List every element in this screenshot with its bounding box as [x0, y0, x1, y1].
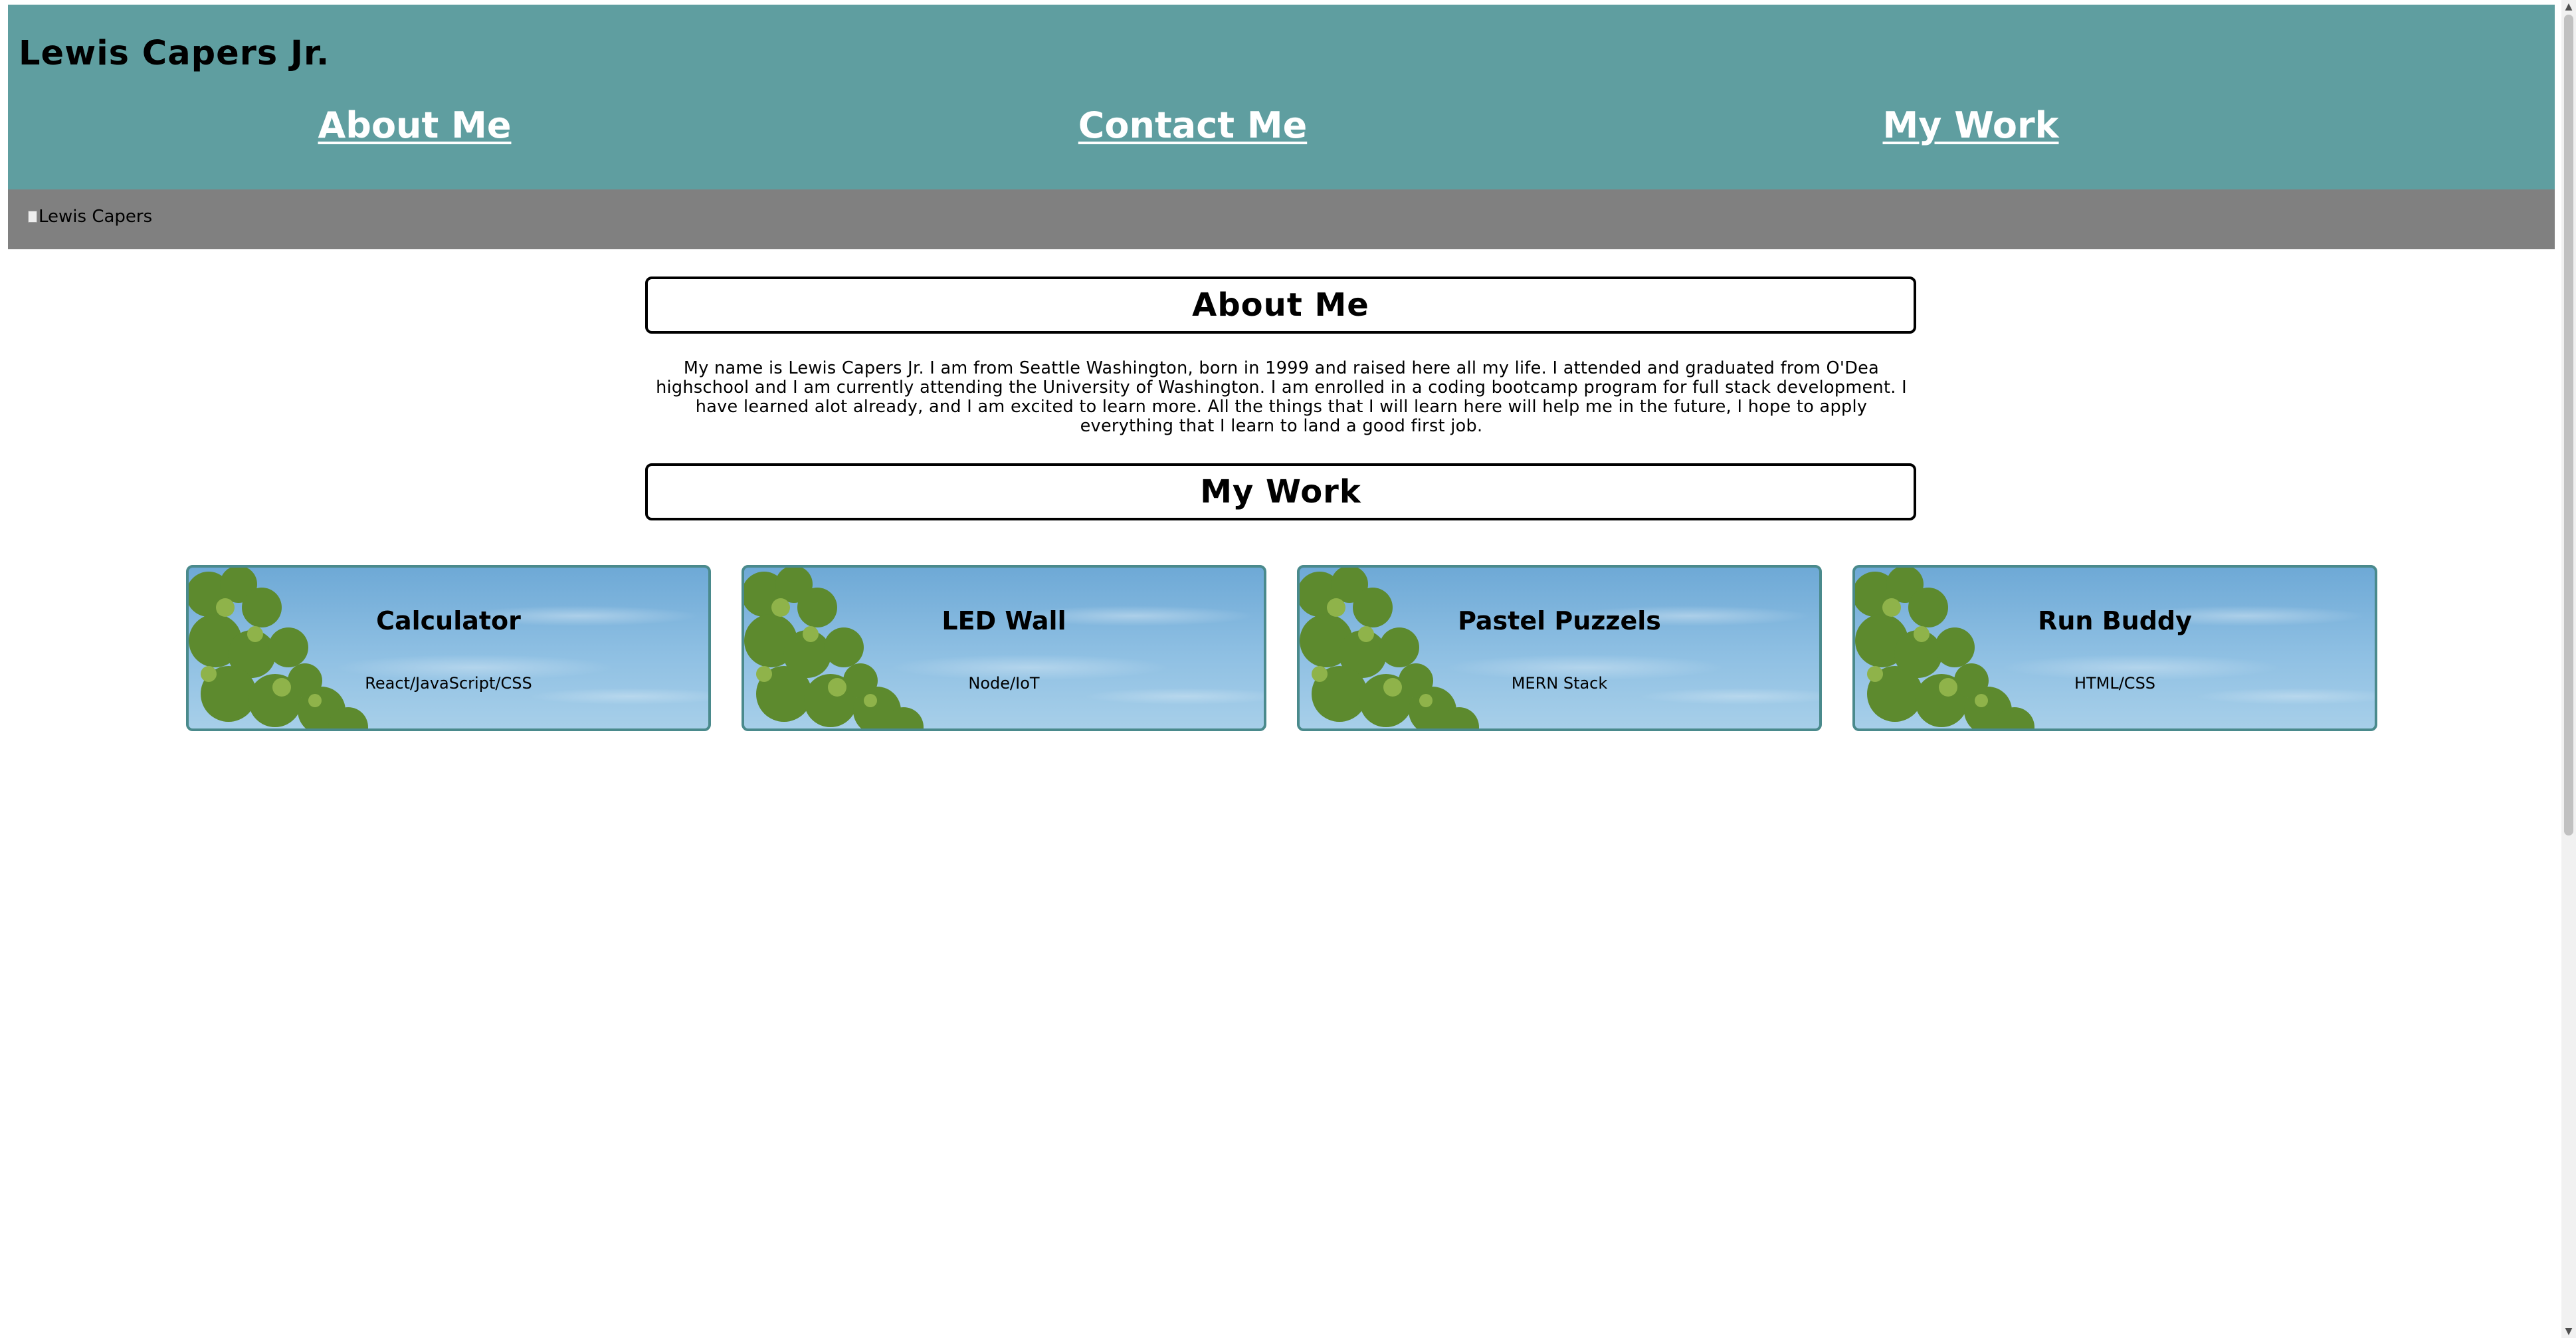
scroll-up-arrow-icon[interactable]: ▲: [2561, 0, 2576, 13]
project-title: LED Wall: [941, 606, 1066, 635]
project-card-run-buddy[interactable]: Run Buddy HTML/CSS: [1852, 565, 2377, 731]
tree-foliage-image: [189, 568, 368, 728]
vertical-scrollbar[interactable]: ▲ ▼: [2561, 0, 2576, 1338]
tree-foliage-image: [1300, 568, 1479, 728]
project-title: Calculator: [376, 606, 521, 635]
about-me-heading: About Me: [645, 277, 1916, 334]
project-tech: MERN Stack: [1511, 674, 1608, 693]
project-title: Run Buddy: [2038, 606, 2192, 635]
project-card-led-wall[interactable]: LED Wall Node/IoT: [742, 565, 1266, 731]
about-me-text: My name is Lewis Capers Jr. I am from Se…: [656, 358, 1907, 436]
nav-link-my-work[interactable]: My Work: [1712, 104, 2230, 146]
hero-image-alt-text: Lewis Capers: [39, 207, 153, 227]
site-title: Lewis Capers Jr.: [19, 34, 330, 73]
project-tech: React/JavaScript/CSS: [365, 674, 532, 693]
nav-link-about-me[interactable]: About Me: [155, 104, 674, 146]
project-card-pastel-puzzels[interactable]: Pastel Puzzels MERN Stack: [1297, 565, 1822, 731]
project-card-calculator[interactable]: Calculator React/JavaScript/CSS: [186, 565, 711, 731]
my-work-heading: My Work: [645, 463, 1916, 520]
tree-foliage-image: [1855, 568, 2034, 728]
scroll-down-arrow-icon[interactable]: ▼: [2561, 1325, 2576, 1338]
tree-foliage-image: [744, 568, 924, 728]
site-header: Lewis Capers Jr. About Me Contact Me My …: [8, 5, 2555, 189]
project-tech: HTML/CSS: [2074, 674, 2156, 693]
hero-banner: Lewis Capers: [8, 189, 2555, 249]
project-title: Pastel Puzzels: [1458, 606, 1661, 635]
project-tech: Node/IoT: [968, 674, 1040, 693]
broken-image-icon: [28, 211, 37, 223]
scroll-thumb[interactable]: [2564, 15, 2573, 836]
nav-link-contact-me[interactable]: Contact Me: [934, 104, 1452, 146]
hero-image: Lewis Capers: [28, 207, 152, 227]
